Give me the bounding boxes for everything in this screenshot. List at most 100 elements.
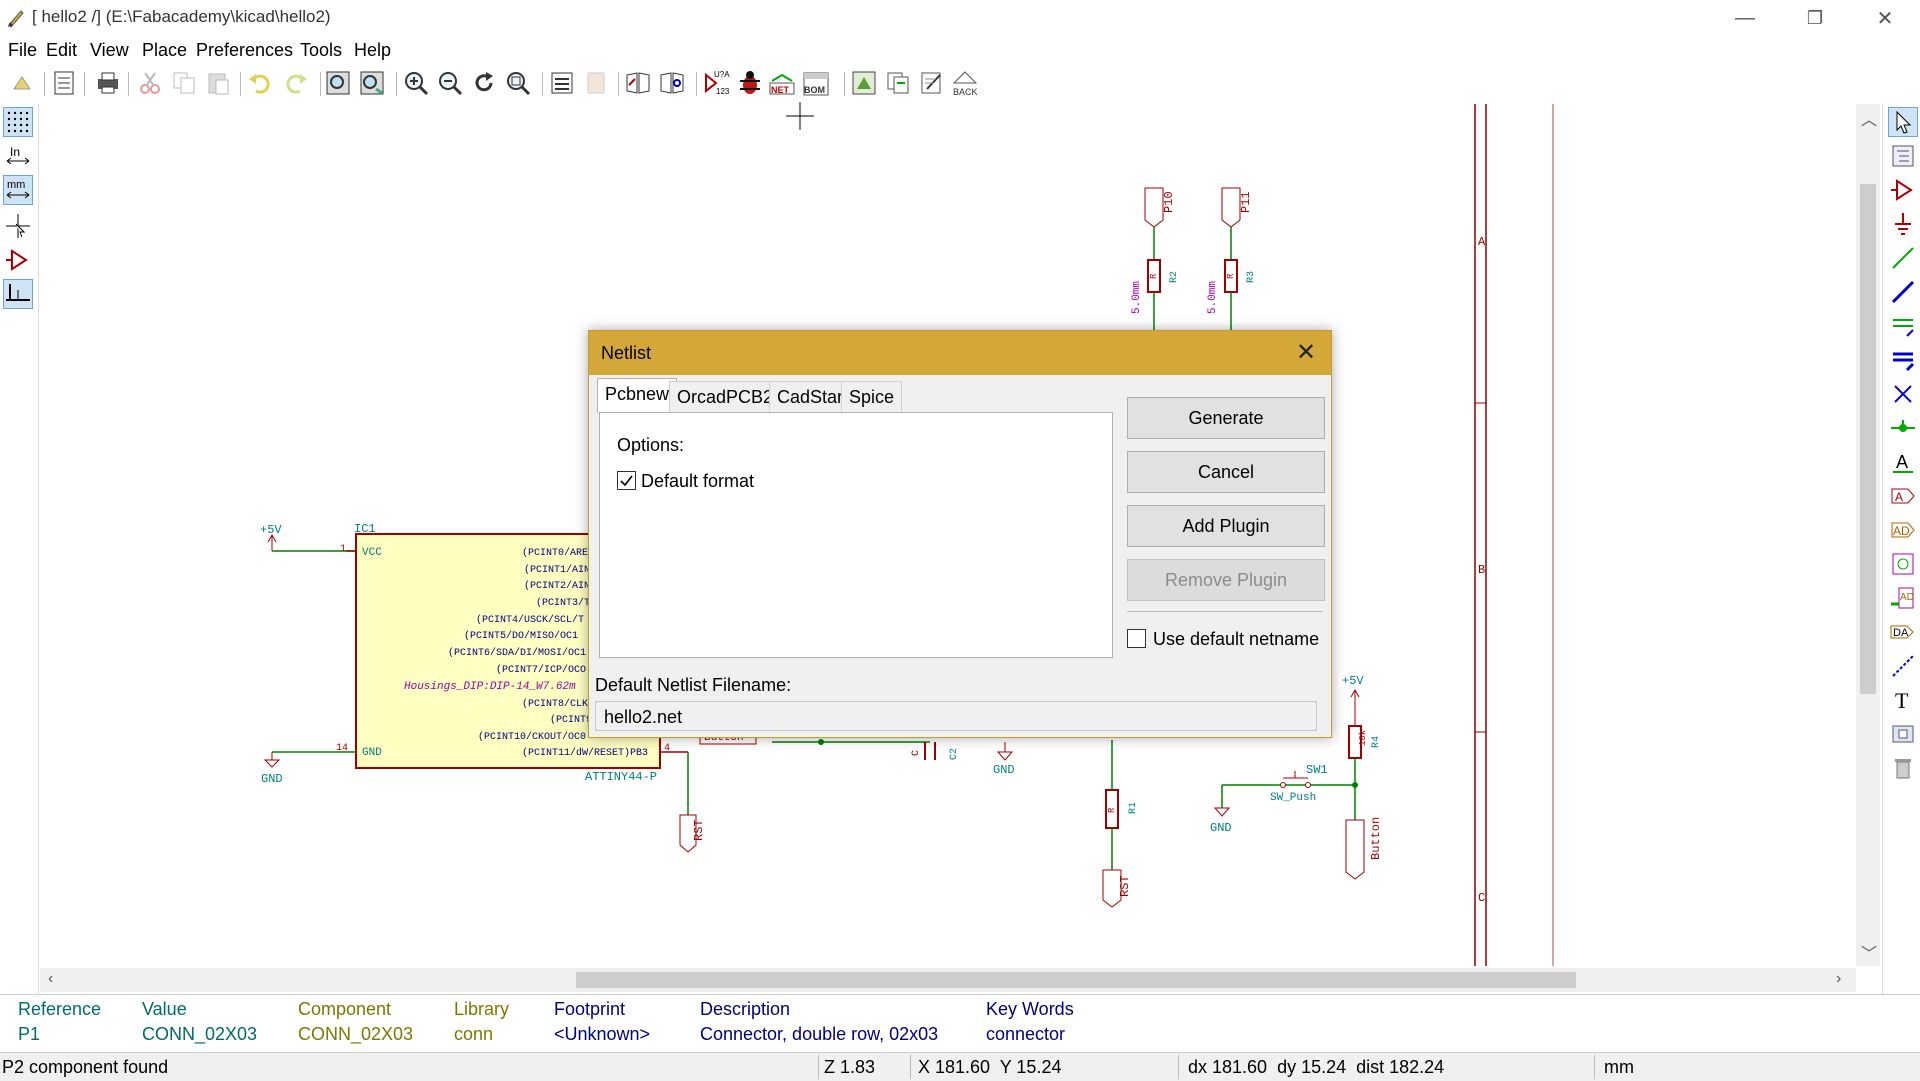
menu-place[interactable]: Place xyxy=(142,40,187,61)
zoom-fit-icon[interactable] xyxy=(504,69,532,97)
r1-rst[interactable]: R R1 RST xyxy=(1102,740,1139,908)
hierarchy-navigator-icon[interactable] xyxy=(1889,142,1917,170)
library-browser-icon[interactable] xyxy=(658,69,686,97)
header-keywords: Key Words xyxy=(986,999,1074,1019)
place-wire-icon[interactable] xyxy=(1889,244,1917,272)
netlist-dialog: Netlist ✕ Pcbnew OrcadPCB2 CadStar Spice… xyxy=(588,330,1332,738)
dialog-close-button[interactable]: ✕ xyxy=(1291,339,1321,367)
horizontal-scrollbar[interactable]: ‹ › xyxy=(40,968,1856,992)
use-default-netname-label[interactable]: Use default netname xyxy=(1153,629,1319,650)
tab-orcadpcb2[interactable]: OrcadPCB2 xyxy=(669,381,782,412)
hierarchy-icon[interactable] xyxy=(548,69,576,97)
zoom-out-icon[interactable] xyxy=(436,69,464,97)
pcbnew-icon[interactable] xyxy=(918,69,946,97)
add-image-icon[interactable] xyxy=(1889,720,1917,748)
net-label-icon[interactable]: A xyxy=(1889,448,1917,476)
capacitor-c2[interactable]: C C2 GND xyxy=(911,742,1015,777)
hierarchical-sheet-icon[interactable] xyxy=(1889,550,1917,578)
minimize-button[interactable]: — xyxy=(1710,0,1780,36)
undo-icon[interactable] xyxy=(246,69,274,97)
grid-toggle-icon[interactable] xyxy=(3,107,33,137)
redo-icon[interactable] xyxy=(282,69,310,97)
default-format-label[interactable]: Default format xyxy=(641,471,754,492)
leave-sheet-icon[interactable] xyxy=(582,69,610,97)
horizontal-scroll-thumb[interactable] xyxy=(576,972,1576,988)
hidden-pins-icon[interactable] xyxy=(4,246,32,274)
menu-edit[interactable]: Edit xyxy=(46,40,77,61)
header-footprint: Footprint xyxy=(554,999,626,1019)
copy-icon[interactable] xyxy=(170,69,198,97)
menu-help[interactable]: Help xyxy=(354,40,391,61)
graphic-line-icon[interactable] xyxy=(1889,652,1917,680)
mm-units-icon[interactable]: mm xyxy=(3,175,33,205)
hierarchical-label-icon[interactable]: AD xyxy=(1889,516,1917,544)
no-connect-icon[interactable] xyxy=(1889,380,1917,408)
cut-icon[interactable] xyxy=(136,69,164,97)
place-power-icon[interactable] xyxy=(1889,210,1917,238)
cancel-button[interactable]: Cancel xyxy=(1127,451,1325,493)
default-format-checkbox[interactable] xyxy=(617,471,636,490)
global-label-icon[interactable]: A xyxy=(1889,482,1917,510)
library-editor-icon[interactable] xyxy=(624,69,652,97)
scroll-down-icon[interactable]: ﹀ xyxy=(1861,940,1877,964)
place-bus-icon[interactable] xyxy=(1889,278,1917,306)
menu-tools[interactable]: Tools xyxy=(300,40,342,61)
gnd-symbol[interactable]: GND xyxy=(261,752,283,786)
gnd-label: GND xyxy=(261,772,283,786)
print-icon[interactable] xyxy=(94,69,122,97)
page-settings-icon[interactable] xyxy=(50,69,78,97)
annotate-icon[interactable]: U?A 123 xyxy=(702,69,730,97)
wire-orientation-icon[interactable] xyxy=(3,279,33,309)
rst-label-left[interactable]: RST xyxy=(679,814,706,853)
inch-units-icon[interactable]: In xyxy=(4,142,32,170)
erc-icon[interactable] xyxy=(736,69,764,97)
place-component-icon[interactable] xyxy=(1889,176,1917,204)
netlist-icon[interactable]: NET xyxy=(768,69,796,97)
scroll-up-icon[interactable]: ︿ xyxy=(1861,106,1877,130)
cursor-shape-icon[interactable] xyxy=(4,212,32,240)
tab-cadstar[interactable]: CadStar xyxy=(769,381,852,412)
close-window-button[interactable]: ✕ xyxy=(1850,0,1920,36)
sheet-pin-icon[interactable]: DA xyxy=(1889,618,1917,646)
menu-file[interactable]: File xyxy=(8,40,37,61)
bom-icon[interactable]: BOM xyxy=(802,69,830,97)
zoom-in-icon[interactable] xyxy=(402,69,430,97)
tab-pcbnew[interactable]: Pcbnew xyxy=(597,378,678,413)
find-icon[interactable] xyxy=(324,69,352,97)
tab-spice[interactable]: Spice xyxy=(841,381,903,412)
vertical-scrollbar[interactable]: ︿ ﹀ xyxy=(1856,104,1880,966)
remove-plugin-button[interactable]: Remove Plugin xyxy=(1127,559,1325,601)
generate-button[interactable]: Generate xyxy=(1127,397,1325,439)
border-label-b: B xyxy=(1478,563,1485,577)
power-5v-symbol[interactable]: +5V xyxy=(260,523,282,551)
p11-r3[interactable]: P11 R R3 5.0mm xyxy=(1207,187,1257,330)
bus-to-bus-entry-icon[interactable] xyxy=(1889,346,1917,374)
import-footprints-icon[interactable] xyxy=(884,69,912,97)
add-plugin-button[interactable]: Add Plugin xyxy=(1127,505,1325,547)
wire-to-bus-entry-icon[interactable] xyxy=(1889,312,1917,340)
assign-footprints-icon[interactable] xyxy=(850,69,878,97)
import-sheet-pin-icon[interactable]: AD xyxy=(1889,584,1917,612)
restore-button[interactable]: ❐ xyxy=(1780,0,1850,36)
power-5v-label: +5V xyxy=(260,523,282,537)
menu-view[interactable]: View xyxy=(90,40,129,61)
select-arrow-icon[interactable] xyxy=(1888,107,1918,137)
main-toolbar: U?A 123 NET BOM BACK xyxy=(0,66,1920,102)
p10-r2[interactable]: P10 R R2 5.0mm xyxy=(1131,187,1180,330)
use-default-netname-checkbox[interactable] xyxy=(1127,629,1146,648)
delete-trash-icon[interactable] xyxy=(1889,754,1917,782)
value-reference: P1 xyxy=(18,1024,41,1044)
netlist-filename-field[interactable]: hello2.net xyxy=(595,701,1317,731)
scroll-right-icon[interactable]: › xyxy=(1836,970,1841,988)
new-sheet-icon[interactable] xyxy=(8,69,36,97)
redraw-icon[interactable] xyxy=(470,69,498,97)
dialog-title-bar[interactable]: Netlist ✕ xyxy=(589,331,1331,375)
paste-icon[interactable] xyxy=(204,69,232,97)
menu-preferences[interactable]: Preferences xyxy=(196,40,293,61)
find-replace-icon[interactable] xyxy=(358,69,386,97)
graphic-text-icon[interactable]: T xyxy=(1889,686,1917,714)
back-icon[interactable]: BACK xyxy=(948,69,982,97)
vertical-scroll-thumb[interactable] xyxy=(1860,184,1876,694)
junction-icon[interactable] xyxy=(1889,414,1917,442)
scroll-left-icon[interactable]: ‹ xyxy=(48,970,53,988)
